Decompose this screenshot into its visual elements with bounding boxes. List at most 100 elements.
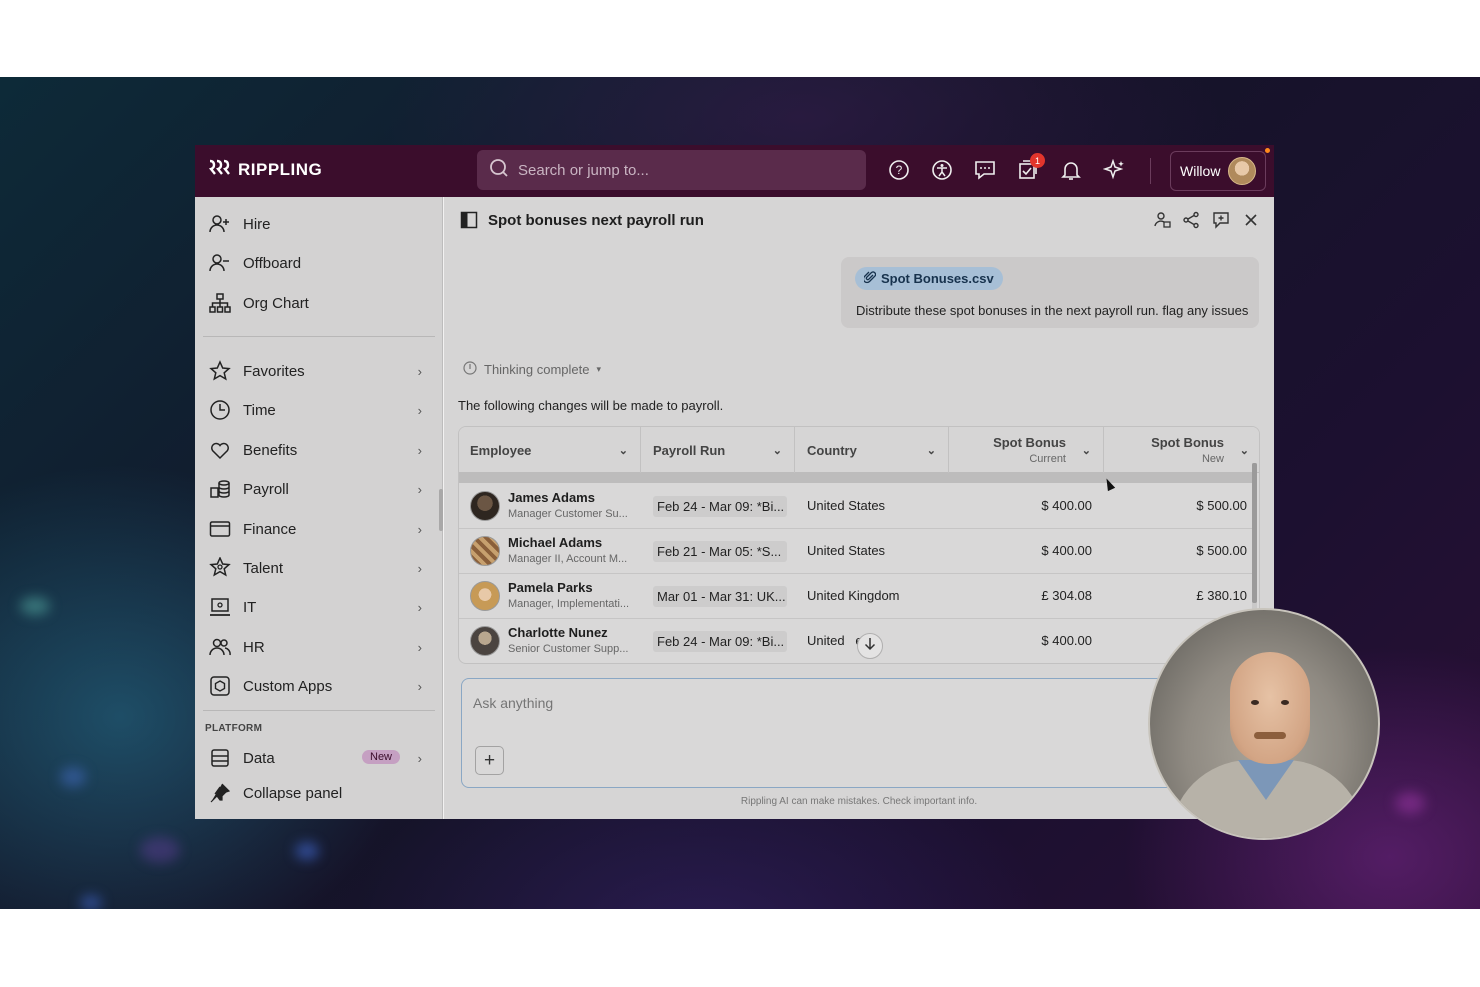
sidebar-item-favorites[interactable]: Favorites ›	[209, 356, 424, 386]
sidebar-item-benefits[interactable]: Benefits ›	[209, 435, 424, 465]
org-chart-icon	[209, 292, 231, 314]
column-header-spot-bonus-new[interactable]: Spot Bonus New ⌄	[1104, 427, 1259, 473]
scroll-down-button[interactable]	[857, 633, 883, 659]
column-label: Country	[807, 442, 857, 458]
sidebar-item-payroll[interactable]: Payroll ›	[209, 474, 424, 504]
chevron-right-icon: ›	[417, 402, 422, 418]
scrollbar-thumb[interactable]	[1252, 463, 1257, 603]
chevron-right-icon: ›	[417, 599, 422, 615]
chevron-down-icon: ⌄	[1239, 444, 1249, 457]
add-person-icon	[209, 213, 231, 235]
notification-badge: 1	[1030, 153, 1045, 168]
close-icon[interactable]	[1242, 211, 1260, 229]
share-icon[interactable]	[1182, 211, 1200, 229]
star-icon	[209, 360, 231, 382]
payroll-run-chip[interactable]: Feb 24 - Mar 09: *Bi...	[653, 496, 787, 517]
column-label: Spot Bonus	[993, 435, 1066, 450]
sparkle-icon[interactable]	[1102, 158, 1126, 182]
sidebar-divider	[203, 336, 435, 337]
sidebar-divider	[203, 710, 435, 711]
country-cell: United Kingdom	[807, 588, 900, 603]
chevron-right-icon: ›	[417, 639, 422, 655]
avatar	[470, 626, 500, 656]
apps-icon	[209, 675, 231, 697]
global-search[interactable]: Search or jump to...	[477, 150, 866, 190]
table-row[interactable]: Pamela Parks Manager, Implementati... Ma…	[459, 574, 1252, 619]
employee-name: Michael Adams	[508, 535, 603, 550]
column-sublabel: Current	[1029, 453, 1066, 465]
talent-star-icon	[209, 557, 231, 579]
payroll-run-chip[interactable]: Feb 24 - Mar 09: *Bi...	[653, 631, 787, 652]
search-icon	[489, 158, 509, 182]
employee-name: James Adams	[508, 490, 595, 505]
chat-icon[interactable]	[973, 158, 997, 182]
employee-title: Senior Customer Supp...	[508, 643, 629, 655]
accessibility-icon[interactable]	[930, 158, 954, 182]
sidebar-item-label: Payroll	[243, 480, 289, 498]
column-label: Payroll Run	[653, 442, 726, 458]
sidebar-item-custom-apps[interactable]: Custom Apps ›	[209, 671, 424, 701]
current-bonus-cell: $ 400.00	[1041, 633, 1092, 648]
column-header-payroll-run[interactable]: Payroll Run ⌄	[641, 427, 795, 473]
search-placeholder: Search or jump to...	[518, 161, 649, 179]
tasks-icon[interactable]: 1	[1016, 153, 1045, 182]
sidebar-item-label: Time	[243, 401, 276, 419]
sidebar-item-time[interactable]: Time ›	[209, 395, 424, 425]
column-header-employee[interactable]: Employee ⌄	[459, 427, 641, 473]
database-icon	[209, 747, 231, 769]
sidebar-item-talent[interactable]: Talent ›	[209, 553, 424, 583]
collapse-panel-button[interactable]: Collapse panel	[209, 778, 424, 808]
laptop-icon	[209, 596, 231, 618]
brand-name: RIPPLING	[238, 159, 323, 179]
bokeh-light	[295, 842, 319, 860]
sidebar-item-data[interactable]: Data New ›	[209, 743, 424, 773]
column-header-country[interactable]: Country ⌄	[795, 427, 949, 473]
chevron-down-icon: ⌄	[1081, 444, 1091, 457]
info-icon	[463, 361, 477, 378]
column-header-spot-bonus-current[interactable]: Spot Bonus Current ⌄	[949, 427, 1104, 473]
country-cell: United States	[807, 498, 886, 513]
column-sublabel: New	[1201, 453, 1224, 465]
sidebar-scrollbar[interactable]	[439, 489, 443, 531]
pin-icon	[209, 782, 231, 804]
people-icon	[209, 636, 231, 658]
user-message-bubble: Spot Bonuses.csv Distribute these spot b…	[841, 257, 1259, 328]
table-row[interactable]: Michael Adams Manager II, Account M... F…	[459, 529, 1252, 574]
payroll-run-chip[interactable]: Mar 01 - Mar 31: UK...	[653, 586, 787, 607]
sidebar-item-it[interactable]: IT ›	[209, 592, 424, 622]
help-icon[interactable]: ?	[887, 158, 911, 182]
sidebar-item-finance[interactable]: Finance ›	[209, 514, 424, 544]
ask-anything-input[interactable]	[473, 695, 1073, 711]
coins-icon	[209, 478, 231, 500]
sidebar-item-hire[interactable]: Hire	[209, 209, 424, 239]
sidebar: Hire Offboard Org Chart Favorites › Time…	[195, 197, 443, 819]
table-row[interactable]: Charlotte Nunez Senior Customer Supp... …	[459, 619, 1252, 663]
rippling-logo[interactable]: RIPPLING	[208, 159, 322, 180]
column-label: Spot Bonus	[1151, 435, 1224, 450]
thinking-toggle[interactable]: Thinking complete ▾	[463, 361, 601, 378]
new-bonus-cell: $ 500.00	[1196, 498, 1247, 513]
rippling-logo-icon	[208, 159, 232, 180]
sidebar-item-org-chart[interactable]: Org Chart	[209, 288, 424, 318]
new-bonus-cell: £ 380.10	[1196, 588, 1247, 603]
sidebar-item-offboard[interactable]: Offboard	[209, 248, 424, 278]
sidebar-item-hr[interactable]: HR ›	[209, 632, 424, 662]
sidebar-item-label: Offboard	[243, 254, 302, 272]
arrow-down-icon	[864, 637, 876, 655]
bell-icon[interactable]	[1059, 158, 1083, 182]
manage-access-icon[interactable]	[1153, 211, 1171, 229]
bokeh-light	[1395, 792, 1425, 814]
topbar-divider	[1150, 158, 1151, 184]
user-menu-button[interactable]: Willow	[1170, 151, 1266, 191]
feedback-icon[interactable]	[1212, 211, 1230, 229]
attachment-chip[interactable]: Spot Bonuses.csv	[855, 267, 1003, 290]
clock-icon	[209, 399, 231, 421]
sidebar-item-label: Finance	[243, 520, 297, 538]
add-attachment-button[interactable]: +	[475, 746, 504, 775]
panel-toggle-icon[interactable]	[460, 211, 478, 229]
table-row[interactable]: James Adams Manager Customer Su... Feb 2…	[459, 484, 1252, 529]
employee-title: Manager, Implementati...	[508, 598, 630, 610]
sidebar-item-label: Org Chart	[243, 294, 309, 312]
payroll-run-chip[interactable]: Feb 21 - Mar 05: *S...	[653, 541, 787, 562]
current-bonus-cell: £ 304.08	[1041, 588, 1092, 603]
